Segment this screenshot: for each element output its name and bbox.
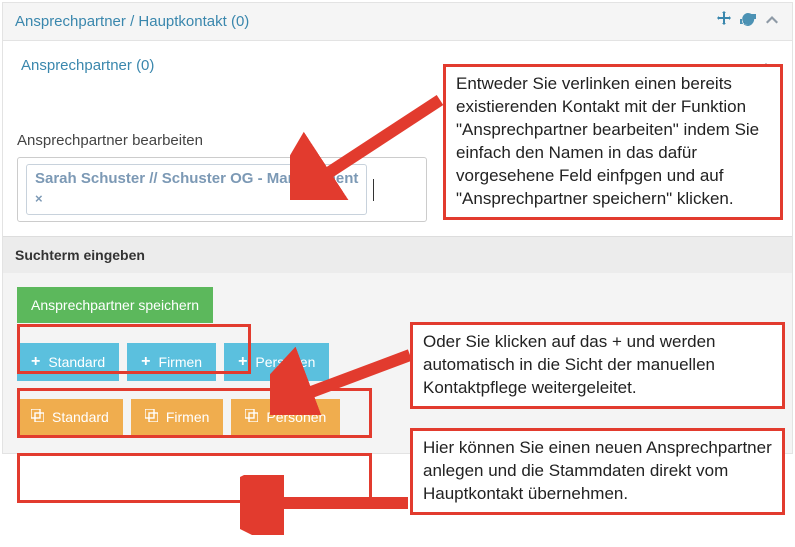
- text-cursor: [373, 179, 374, 201]
- search-term-row[interactable]: Suchterm eingeben: [3, 236, 792, 273]
- add-firmen-label: Firmen: [159, 354, 203, 370]
- copy-personen-button[interactable]: Personen: [231, 399, 340, 435]
- add-personen-button[interactable]: + Personen: [224, 343, 329, 381]
- add-personen-label: Personen: [255, 354, 315, 370]
- contact-tag-text: Sarah Schuster // Schuster OG - Manageme…: [35, 170, 358, 187]
- header-icons: [716, 11, 780, 32]
- copy-firmen-button[interactable]: Firmen: [131, 399, 224, 435]
- contact-tag-input[interactable]: Sarah Schuster // Schuster OG - Manageme…: [17, 157, 427, 222]
- annotation-callout-2: Oder Sie klicken auf das + und werden au…: [410, 322, 785, 409]
- annotation-arrow-3: [240, 475, 420, 535]
- panel-header: Ansprechpartner / Hauptkontakt (0): [3, 3, 792, 41]
- save-button-row: Ansprechpartner speichern: [17, 287, 778, 323]
- copy-personen-label: Personen: [266, 409, 326, 425]
- copy-firmen-label: Firmen: [166, 409, 210, 425]
- copy-icon: [145, 409, 158, 425]
- panel-title: Ansprechpartner / Hauptkontakt (0): [15, 13, 249, 30]
- add-firmen-button[interactable]: + Firmen: [127, 343, 216, 381]
- sub-title[interactable]: Ansprechpartner (0): [21, 57, 154, 74]
- refresh-icon[interactable]: [740, 11, 756, 32]
- plus-icon: +: [31, 353, 40, 371]
- collapse-icon[interactable]: [764, 12, 780, 31]
- save-button[interactable]: Ansprechpartner speichern: [17, 287, 213, 323]
- copy-standard-label: Standard: [52, 409, 109, 425]
- copy-standard-button[interactable]: Standard: [17, 399, 123, 435]
- plus-icon: +: [238, 353, 247, 371]
- copy-icon: [245, 409, 258, 425]
- add-standard-label: Standard: [48, 354, 105, 370]
- highlight-copy-row: [17, 453, 372, 503]
- contact-tag[interactable]: Sarah Schuster // Schuster OG - Manageme…: [26, 164, 367, 215]
- copy-icon: [31, 409, 44, 425]
- add-standard-button[interactable]: + Standard: [17, 343, 119, 381]
- move-icon[interactable]: [716, 11, 732, 32]
- remove-tag-icon[interactable]: ×: [35, 191, 43, 208]
- annotation-callout-1: Entweder Sie verlinken einen bereits exi…: [443, 64, 783, 220]
- annotation-callout-3: Hier können Sie einen neuen Ansprechpart…: [410, 428, 785, 515]
- plus-icon: +: [141, 353, 150, 371]
